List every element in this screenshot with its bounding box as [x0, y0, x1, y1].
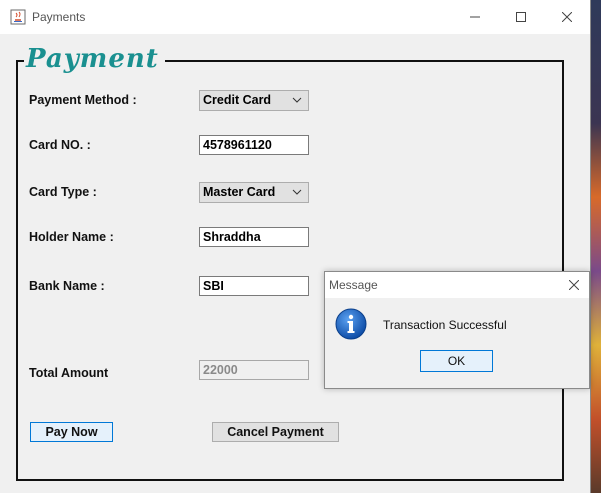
total-amount-label: Total Amount: [29, 366, 109, 380]
title-bar[interactable]: Payments: [0, 0, 590, 34]
total-amount-input: 22000: [199, 360, 309, 380]
maximize-icon: [516, 12, 526, 22]
payment-method-value: Credit Card: [203, 93, 272, 107]
minimize-icon: [470, 16, 480, 18]
holder-name-label: Holder Name :: [29, 230, 114, 244]
close-icon: [569, 280, 579, 290]
payment-method-label: Payment Method :: [29, 93, 137, 107]
payments-window: Payments Payment Payment Method : Credit…: [0, 0, 591, 493]
dialog-ok-button[interactable]: OK: [420, 350, 493, 372]
content-pane: Payment Payment Method : Credit Card Car…: [0, 34, 590, 493]
cancel-payment-button[interactable]: Cancel Payment: [212, 422, 339, 442]
window-title: Payments: [32, 10, 86, 24]
maximize-button[interactable]: [498, 0, 544, 34]
close-button[interactable]: [544, 0, 590, 34]
panel-legend: Payment: [24, 44, 165, 74]
pay-now-button[interactable]: Pay Now: [30, 422, 113, 442]
chevron-down-icon: [292, 189, 302, 195]
minimize-button[interactable]: [452, 0, 498, 34]
desktop-background: [590, 0, 601, 493]
payment-method-select[interactable]: Credit Card: [199, 90, 309, 111]
card-no-label: Card NO. :: [29, 138, 91, 152]
dialog-title-bar[interactable]: Message: [325, 272, 589, 298]
card-type-value: Master Card: [203, 185, 276, 199]
message-dialog: Message Transaction Successful OK: [324, 271, 590, 389]
close-icon: [562, 12, 572, 22]
java-app-icon: [10, 9, 26, 25]
bank-name-input[interactable]: SBI: [199, 276, 309, 296]
dialog-message: Transaction Successful: [383, 318, 507, 332]
holder-name-input[interactable]: Shraddha: [199, 227, 309, 247]
info-icon: [335, 308, 367, 340]
bank-name-label: Bank Name :: [29, 279, 105, 293]
dialog-title: Message: [329, 278, 378, 292]
card-type-select[interactable]: Master Card: [199, 182, 309, 203]
dialog-close-button[interactable]: [559, 272, 589, 298]
chevron-down-icon: [292, 97, 302, 103]
card-no-input[interactable]: 4578961120: [199, 135, 309, 155]
card-type-label: Card Type :: [29, 185, 97, 199]
